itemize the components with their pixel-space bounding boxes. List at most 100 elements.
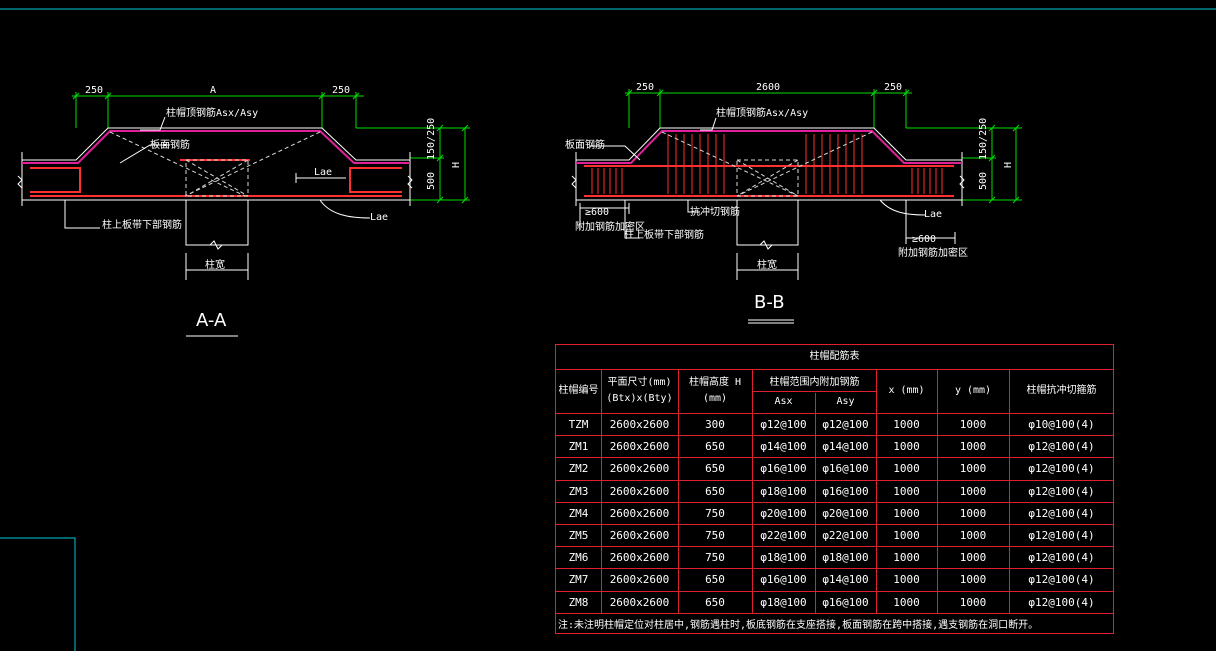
row-x: 1000 bbox=[893, 462, 920, 476]
row-shear: φ12@100(4) bbox=[1028, 506, 1095, 520]
row-asx: φ12@100 bbox=[760, 418, 807, 431]
row-asy: φ20@100 bbox=[822, 506, 869, 520]
aa-leaders bbox=[64, 116, 371, 280]
row-id: ZM6 bbox=[568, 551, 589, 565]
aa-label-slab: 板面钢筋 bbox=[150, 138, 190, 151]
row-id: ZM4 bbox=[568, 506, 589, 520]
row-y: 1000 bbox=[959, 595, 987, 609]
row-height: 650 bbox=[705, 484, 725, 498]
row-asx: φ18@100 bbox=[760, 484, 807, 498]
row-height: 750 bbox=[705, 529, 725, 542]
row-id: ZM2 bbox=[568, 462, 589, 476]
aa-rebar bbox=[30, 159, 402, 197]
row-asy: φ18@100 bbox=[822, 551, 869, 565]
row-shear: φ10@100(4) bbox=[1028, 418, 1095, 431]
row-asy: φ14@100 bbox=[822, 573, 869, 587]
row-asy: φ16@100 bbox=[822, 462, 869, 476]
bb-label-colwidth: 柱宽 bbox=[757, 258, 777, 271]
row-shear: φ12@100(4) bbox=[1028, 551, 1095, 565]
row-asx: φ16@100 bbox=[760, 462, 807, 476]
header-y: y (mm) bbox=[954, 385, 992, 396]
row-plansize: 2600x2600 bbox=[609, 506, 670, 520]
row-plansize: 2600x2600 bbox=[609, 595, 670, 609]
row-id: TZM bbox=[568, 418, 589, 431]
row-id: ZM5 bbox=[568, 529, 589, 542]
header-x: x (mm) bbox=[888, 385, 925, 396]
row-shear: φ12@100(4) bbox=[1028, 529, 1095, 542]
aa-top-bar bbox=[22, 130, 410, 164]
row-asx: φ22@100 bbox=[760, 529, 807, 542]
row-shear: φ12@100(4) bbox=[1028, 573, 1095, 587]
row-y: 1000 bbox=[959, 551, 987, 565]
section-bb-drawing: 250 2600 250 150/250 500 H 柱帽顶钢筋Asx/Asy … bbox=[565, 82, 1022, 280]
header-asx: Asx bbox=[774, 396, 793, 407]
header-shear: 柱帽抗冲切箍筋 bbox=[1026, 385, 1097, 396]
bb-label-lae: Lae bbox=[924, 209, 942, 220]
aa-label-lae1: Lae bbox=[314, 167, 332, 178]
row-shear: φ12@100(4) bbox=[1028, 595, 1095, 609]
row-shear: φ12@100(4) bbox=[1028, 484, 1095, 498]
aa-label-lae2: Lae bbox=[370, 212, 388, 223]
row-y: 1000 bbox=[959, 529, 987, 542]
row-asy: φ16@100 bbox=[822, 484, 869, 498]
aa-dim-htop: 150/250 bbox=[426, 118, 437, 160]
row-id: ZM7 bbox=[568, 573, 589, 587]
row-x: 1000 bbox=[893, 440, 920, 454]
row-y: 1000 bbox=[959, 418, 987, 431]
row-x: 1000 bbox=[893, 484, 920, 498]
row-asx: φ16@100 bbox=[760, 573, 807, 587]
row-height: 750 bbox=[705, 506, 725, 520]
row-y: 1000 bbox=[959, 440, 987, 454]
aa-dim-left: 250 bbox=[85, 85, 103, 96]
row-y: 1000 bbox=[959, 573, 987, 587]
row-plansize: 2600x2600 bbox=[609, 440, 670, 454]
header-height-2: (mm) bbox=[702, 393, 728, 404]
row-x: 1000 bbox=[893, 418, 920, 431]
row-asx: φ18@100 bbox=[760, 551, 807, 565]
row-asx: φ18@100 bbox=[760, 595, 807, 609]
row-plansize: 2600x2600 bbox=[609, 551, 670, 565]
bb-dim-htop: 150/250 bbox=[978, 118, 989, 160]
bb-label-ge600-left: ≥600 bbox=[585, 207, 609, 218]
row-plansize: 2600x2600 bbox=[609, 529, 670, 542]
frame-titleblock-corner bbox=[0, 537, 76, 651]
aa-label-colbar: 柱上板带下部钢筋 bbox=[102, 218, 182, 231]
column-cap-schedule-table: 柱帽配筋表 柱帽编号 平面尺寸(mm) (Btx)x(Bty) 柱帽高度 H (… bbox=[555, 344, 1114, 634]
aa-diagonal-bars bbox=[109, 131, 321, 197]
row-id: ZM8 bbox=[568, 595, 589, 609]
row-height: 650 bbox=[705, 595, 725, 609]
bb-diagonal-bars bbox=[661, 131, 873, 197]
row-height: 650 bbox=[705, 573, 725, 587]
row-y: 1000 bbox=[959, 506, 987, 520]
row-asy: φ22@100 bbox=[822, 529, 869, 542]
header-asy: Asy bbox=[836, 396, 855, 407]
aa-dim-hbottom: 500 bbox=[426, 172, 437, 190]
bb-dim-hbottom: 500 bbox=[978, 172, 989, 190]
header-plansize-2: (Btx)x(Bty) bbox=[606, 393, 673, 404]
table-title: 柱帽配筋表 bbox=[556, 345, 1113, 370]
row-asy: φ14@100 bbox=[822, 440, 869, 454]
row-plansize: 2600x2600 bbox=[609, 462, 670, 476]
row-x: 1000 bbox=[893, 573, 920, 587]
bb-dim-left: 250 bbox=[636, 82, 654, 93]
row-height: 750 bbox=[705, 551, 725, 565]
bb-label-colbot: 柱上板带下部钢筋 bbox=[624, 228, 704, 241]
row-asx: φ14@100 bbox=[760, 440, 807, 454]
bb-dim-h: H bbox=[1003, 162, 1014, 168]
row-asx: φ20@100 bbox=[760, 506, 807, 520]
bb-label-slabtop: 板面钢筋 bbox=[565, 138, 605, 151]
row-shear: φ12@100(4) bbox=[1028, 462, 1095, 476]
aa-break-marks bbox=[17, 175, 413, 250]
row-height: 650 bbox=[705, 462, 725, 476]
row-id: ZM1 bbox=[568, 440, 589, 454]
header-plansize-1: 平面尺寸(mm) bbox=[607, 377, 672, 388]
row-x: 1000 bbox=[893, 529, 920, 542]
bb-label-topbar: 柱帽顶钢筋Asx/Asy bbox=[716, 106, 808, 119]
row-shear: φ12@100(4) bbox=[1028, 440, 1095, 454]
row-x: 1000 bbox=[893, 551, 920, 565]
table-subheader-line bbox=[752, 391, 877, 392]
bb-label-shear: 抗冲切钢筋 bbox=[690, 205, 740, 218]
row-y: 1000 bbox=[959, 462, 987, 476]
row-plansize: 2600x2600 bbox=[609, 573, 670, 587]
row-asy: φ16@100 bbox=[822, 595, 869, 609]
